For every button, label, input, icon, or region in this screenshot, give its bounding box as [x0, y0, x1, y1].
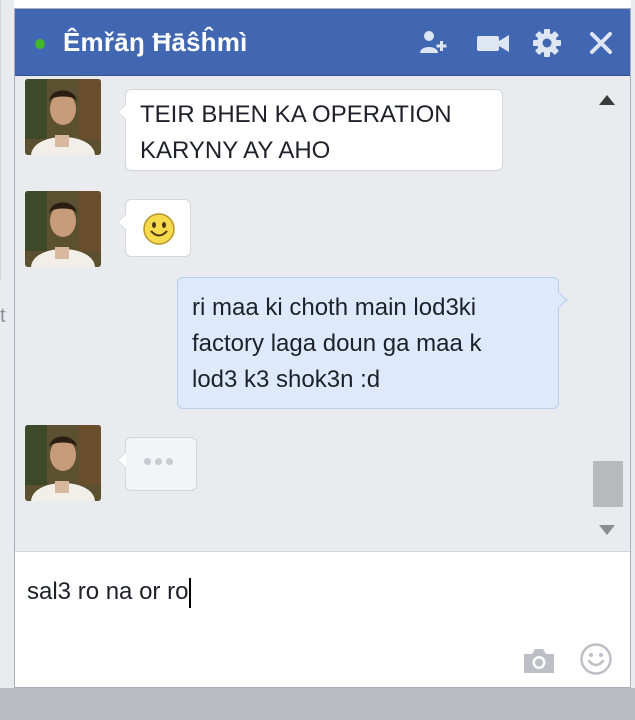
message-list[interactable]: TEIR BHEN KA OPERATION KARYNY AY AHO ri …: [15, 75, 630, 551]
message-text-line: lod3 k3 shok3n :d: [192, 366, 381, 393]
typing-indicator-icon: [144, 452, 184, 472]
message-text-line: KARYNY AY AHO: [140, 137, 331, 164]
emoji-icon[interactable]: [579, 642, 613, 676]
message-text-line: factory laga doun ga maa k: [192, 330, 482, 357]
close-icon[interactable]: [585, 27, 617, 59]
message-input-text: sal3 ro na or ro: [27, 578, 189, 605]
avatar[interactable]: [25, 425, 101, 501]
message-input[interactable]: sal3 ro na or ro: [27, 572, 567, 612]
background-page-left: t: [0, 0, 14, 720]
add-friend-icon[interactable]: [417, 27, 449, 59]
scroll-down-arrow-icon[interactable]: [599, 525, 615, 535]
message-bubble-incoming[interactable]: [117, 199, 191, 257]
avatar[interactable]: [25, 191, 101, 267]
message-bubble-outgoing[interactable]: ri maa ki choth main lod3ki factory laga…: [177, 277, 568, 409]
avatar[interactable]: [25, 79, 101, 155]
scrollbar-thumb[interactable]: [593, 461, 623, 507]
typing-indicator: [117, 437, 197, 491]
background-page-right: [631, 0, 635, 720]
message-text-line: ri maa ki choth main lod3ki: [192, 294, 477, 321]
text-caret: [189, 577, 192, 608]
scroll-up-arrow-icon[interactable]: [599, 95, 615, 105]
chat-title[interactable]: Êmřāŋ Ħāŝĥmì: [63, 27, 247, 58]
message-bubble-incoming[interactable]: TEIR BHEN KA OPERATION KARYNY AY AHO: [117, 89, 503, 171]
camera-icon[interactable]: [521, 646, 557, 676]
message-text-line: TEIR BHEN KA OPERATION: [140, 101, 452, 128]
online-status-icon: [35, 39, 45, 49]
background-bottom-bar: [0, 688, 635, 720]
background-divider: [0, 0, 1, 280]
chat-titlebar[interactable]: Êmřāŋ Ħāŝĥmì: [15, 9, 630, 76]
gear-icon[interactable]: [531, 27, 563, 59]
video-call-icon[interactable]: [475, 27, 509, 59]
background-fragment: t: [0, 305, 6, 327]
message-composer[interactable]: sal3 ro na or ro: [15, 551, 630, 687]
chat-window: Êmřāŋ Ħāŝĥmì TEIR BHEN KA OPERATION KARY…: [14, 8, 631, 688]
smiley-emoji-icon: [142, 212, 176, 246]
